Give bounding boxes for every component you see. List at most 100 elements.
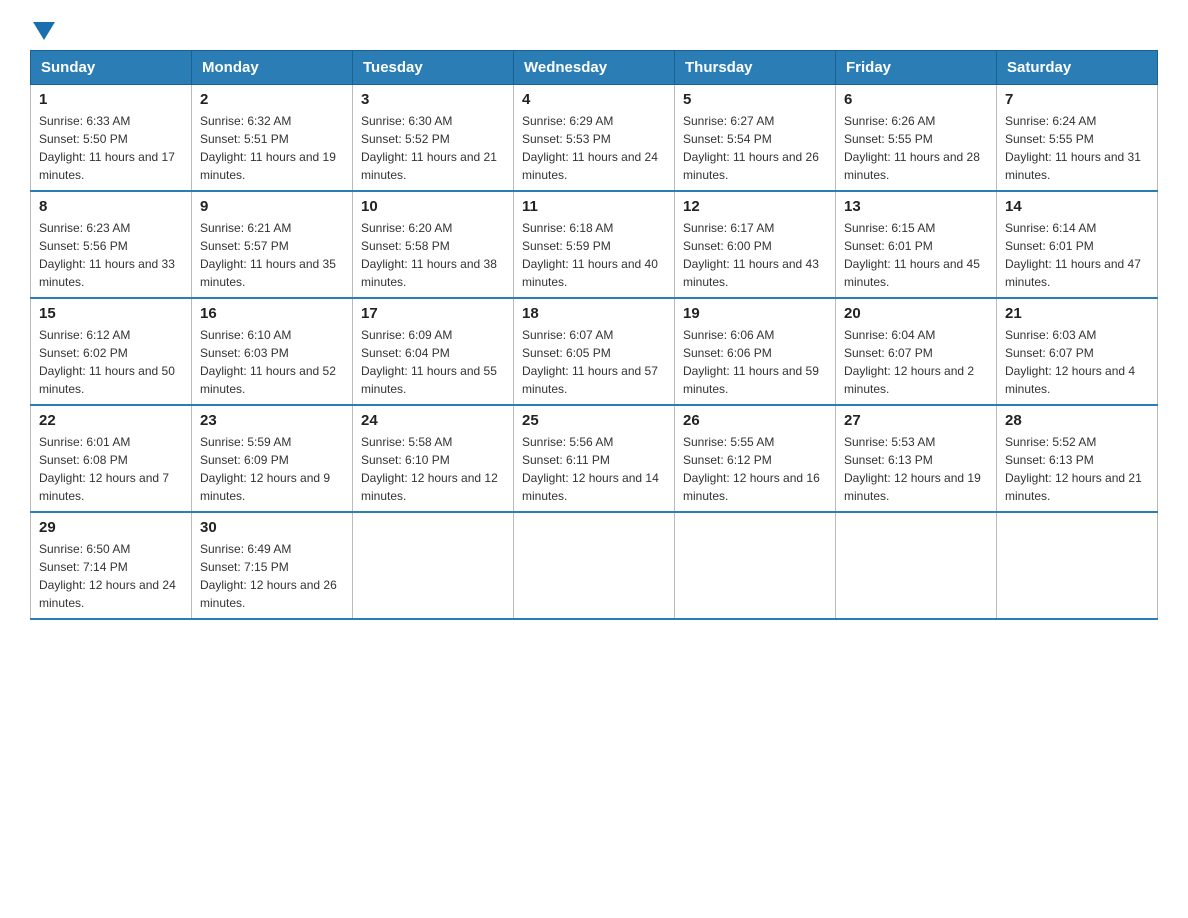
logo	[30, 20, 55, 40]
calendar-day-13: 13 Sunrise: 6:15 AMSunset: 6:01 PMDayligh…	[836, 191, 997, 298]
calendar-table: SundayMondayTuesdayWednesdayThursdayFrid…	[30, 50, 1158, 620]
day-number: 30	[200, 519, 344, 536]
empty-day-cell	[353, 512, 514, 619]
calendar-day-22: 22Sunrise: 6:01 AMSunset: 6:08 PMDayligh…	[31, 405, 192, 512]
logo-triangle-icon	[33, 22, 55, 40]
weekday-header-saturday: Saturday	[997, 51, 1158, 85]
calendar-day-17: 17 Sunrise: 6:09 AMSunset: 6:04 PMDayligh…	[353, 298, 514, 405]
calendar-day-24: 24Sunrise: 5:58 AMSunset: 6:10 PMDayligh…	[353, 405, 514, 512]
calendar-week-4: 22Sunrise: 6:01 AMSunset: 6:08 PMDayligh…	[31, 405, 1158, 512]
calendar-day-15: 15 Sunrise: 6:12 AMSunset: 6:02 PMDayligh…	[31, 298, 192, 405]
day-info: Sunrise: 6:06 AMSunset: 6:06 PMDaylight:…	[683, 326, 827, 398]
day-number: 3	[361, 91, 505, 108]
calendar-day-2: 2 Sunrise: 6:32 AMSunset: 5:51 PMDaylight…	[192, 85, 353, 192]
day-number: 23	[200, 412, 344, 429]
calendar-day-20: 20 Sunrise: 6:04 AMSunset: 6:07 PMDayligh…	[836, 298, 997, 405]
calendar-week-5: 29 Sunrise: 6:50 AMSunset: 7:14 PMDayligh…	[31, 512, 1158, 619]
calendar-day-1: 1 Sunrise: 6:33 AMSunset: 5:50 PMDaylight…	[31, 85, 192, 192]
day-info: Sunrise: 6:21 AMSunset: 5:57 PMDaylight:…	[200, 219, 344, 291]
day-number: 2	[200, 91, 344, 108]
calendar-week-1: 1 Sunrise: 6:33 AMSunset: 5:50 PMDaylight…	[31, 85, 1158, 192]
day-number: 22	[39, 412, 183, 429]
day-number: 24	[361, 412, 505, 429]
day-number: 16	[200, 305, 344, 322]
day-info: Sunrise: 6:10 AMSunset: 6:03 PMDaylight:…	[200, 326, 344, 398]
calendar-week-3: 15 Sunrise: 6:12 AMSunset: 6:02 PMDayligh…	[31, 298, 1158, 405]
calendar-day-3: 3Sunrise: 6:30 AMSunset: 5:52 PMDaylight…	[353, 85, 514, 192]
day-number: 1	[39, 91, 183, 108]
calendar-day-29: 29 Sunrise: 6:50 AMSunset: 7:14 PMDayligh…	[31, 512, 192, 619]
calendar-day-19: 19Sunrise: 6:06 AMSunset: 6:06 PMDayligh…	[675, 298, 836, 405]
day-number: 20	[844, 305, 988, 322]
day-number: 6	[844, 91, 988, 108]
day-info: Sunrise: 5:55 AMSunset: 6:12 PMDaylight:…	[683, 433, 827, 505]
calendar-day-25: 25 Sunrise: 5:56 AMSunset: 6:11 PMDayligh…	[514, 405, 675, 512]
day-number: 27	[844, 412, 988, 429]
day-info: Sunrise: 5:56 AMSunset: 6:11 PMDaylight:…	[522, 433, 666, 505]
day-number: 25	[522, 412, 666, 429]
calendar-day-21: 21 Sunrise: 6:03 AMSunset: 6:07 PMDayligh…	[997, 298, 1158, 405]
calendar-day-4: 4 Sunrise: 6:29 AMSunset: 5:53 PMDaylight…	[514, 85, 675, 192]
calendar-day-8: 8Sunrise: 6:23 AMSunset: 5:56 PMDaylight…	[31, 191, 192, 298]
day-info: Sunrise: 6:23 AMSunset: 5:56 PMDaylight:…	[39, 219, 183, 291]
calendar-day-14: 14 Sunrise: 6:14 AMSunset: 6:01 PMDayligh…	[997, 191, 1158, 298]
calendar-day-11: 11 Sunrise: 6:18 AMSunset: 5:59 PMDayligh…	[514, 191, 675, 298]
calendar-day-12: 12 Sunrise: 6:17 AMSunset: 6:00 PMDayligh…	[675, 191, 836, 298]
day-number: 9	[200, 198, 344, 215]
weekday-header-tuesday: Tuesday	[353, 51, 514, 85]
day-number: 4	[522, 91, 666, 108]
day-info: Sunrise: 6:29 AMSunset: 5:53 PMDaylight:…	[522, 112, 666, 184]
calendar-day-27: 27 Sunrise: 5:53 AMSunset: 6:13 PMDayligh…	[836, 405, 997, 512]
day-info: Sunrise: 6:26 AMSunset: 5:55 PMDaylight:…	[844, 112, 988, 184]
calendar-day-26: 26 Sunrise: 5:55 AMSunset: 6:12 PMDayligh…	[675, 405, 836, 512]
day-info: Sunrise: 6:03 AMSunset: 6:07 PMDaylight:…	[1005, 326, 1149, 398]
day-info: Sunrise: 6:18 AMSunset: 5:59 PMDaylight:…	[522, 219, 666, 291]
day-number: 11	[522, 198, 666, 215]
day-info: Sunrise: 6:17 AMSunset: 6:00 PMDaylight:…	[683, 219, 827, 291]
day-info: Sunrise: 6:15 AMSunset: 6:01 PMDaylight:…	[844, 219, 988, 291]
calendar-day-6: 6 Sunrise: 6:26 AMSunset: 5:55 PMDaylight…	[836, 85, 997, 192]
calendar-day-16: 16 Sunrise: 6:10 AMSunset: 6:03 PMDayligh…	[192, 298, 353, 405]
day-number: 12	[683, 198, 827, 215]
day-number: 10	[361, 198, 505, 215]
empty-day-cell	[997, 512, 1158, 619]
calendar-day-18: 18Sunrise: 6:07 AMSunset: 6:05 PMDayligh…	[514, 298, 675, 405]
day-info: Sunrise: 5:59 AMSunset: 6:09 PMDaylight:…	[200, 433, 344, 505]
calendar-day-7: 7Sunrise: 6:24 AMSunset: 5:55 PMDaylight…	[997, 85, 1158, 192]
day-info: Sunrise: 6:27 AMSunset: 5:54 PMDaylight:…	[683, 112, 827, 184]
empty-day-cell	[675, 512, 836, 619]
day-info: Sunrise: 6:14 AMSunset: 6:01 PMDaylight:…	[1005, 219, 1149, 291]
day-number: 29	[39, 519, 183, 536]
day-info: Sunrise: 6:20 AMSunset: 5:58 PMDaylight:…	[361, 219, 505, 291]
day-info: Sunrise: 5:53 AMSunset: 6:13 PMDaylight:…	[844, 433, 988, 505]
day-info: Sunrise: 6:24 AMSunset: 5:55 PMDaylight:…	[1005, 112, 1149, 184]
page-header	[30, 20, 1158, 40]
weekday-header-sunday: Sunday	[31, 51, 192, 85]
day-number: 17	[361, 305, 505, 322]
day-number: 28	[1005, 412, 1149, 429]
day-info: Sunrise: 6:32 AMSunset: 5:51 PMDaylight:…	[200, 112, 344, 184]
day-number: 13	[844, 198, 988, 215]
calendar-week-2: 8Sunrise: 6:23 AMSunset: 5:56 PMDaylight…	[31, 191, 1158, 298]
weekday-header-friday: Friday	[836, 51, 997, 85]
calendar-day-5: 5 Sunrise: 6:27 AMSunset: 5:54 PMDaylight…	[675, 85, 836, 192]
day-info: Sunrise: 6:12 AMSunset: 6:02 PMDaylight:…	[39, 326, 183, 398]
day-info: Sunrise: 6:09 AMSunset: 6:04 PMDaylight:…	[361, 326, 505, 398]
day-number: 14	[1005, 198, 1149, 215]
empty-day-cell	[836, 512, 997, 619]
day-info: Sunrise: 5:52 AMSunset: 6:13 PMDaylight:…	[1005, 433, 1149, 505]
empty-day-cell	[514, 512, 675, 619]
day-number: 26	[683, 412, 827, 429]
day-info: Sunrise: 6:49 AMSunset: 7:15 PMDaylight:…	[200, 540, 344, 612]
day-number: 5	[683, 91, 827, 108]
weekday-header-thursday: Thursday	[675, 51, 836, 85]
weekday-header-row: SundayMondayTuesdayWednesdayThursdayFrid…	[31, 51, 1158, 85]
calendar-day-23: 23 Sunrise: 5:59 AMSunset: 6:09 PMDayligh…	[192, 405, 353, 512]
day-info: Sunrise: 6:50 AMSunset: 7:14 PMDaylight:…	[39, 540, 183, 612]
weekday-header-wednesday: Wednesday	[514, 51, 675, 85]
day-info: Sunrise: 6:04 AMSunset: 6:07 PMDaylight:…	[844, 326, 988, 398]
day-number: 15	[39, 305, 183, 322]
weekday-header-monday: Monday	[192, 51, 353, 85]
day-number: 21	[1005, 305, 1149, 322]
day-info: Sunrise: 6:33 AMSunset: 5:50 PMDaylight:…	[39, 112, 183, 184]
